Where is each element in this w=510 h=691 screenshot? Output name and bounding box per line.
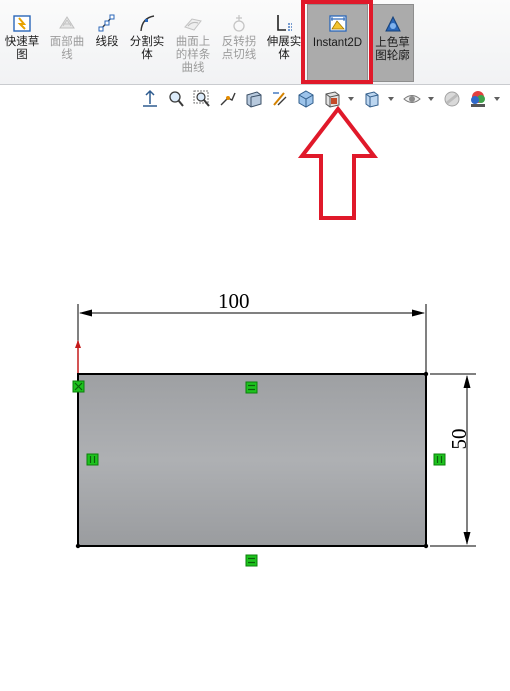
zoom-to-area-icon[interactable] <box>192 89 212 109</box>
hide-show-icon[interactable] <box>362 89 382 109</box>
section-view-icon[interactable] <box>244 89 264 109</box>
heads-up-view-toolbar <box>138 88 510 112</box>
appearance-dropdown-icon[interactable] <box>428 97 434 101</box>
split-entities-label: 分割实 体 <box>129 36 165 61</box>
face-curves-icon <box>59 16 75 29</box>
shaded-contours-button[interactable]: 上色草 图轮廓 <box>371 4 414 82</box>
coincident-relation-icon[interactable] <box>72 380 85 393</box>
segment-button[interactable]: 线段 <box>92 0 122 82</box>
shaded-contours-label: 上色草 图轮廓 <box>375 37 410 62</box>
view-cube-icon[interactable] <box>296 89 316 109</box>
segment-icon <box>98 14 115 32</box>
segment-label: 线段 <box>95 36 119 48</box>
horizontal-dimension[interactable] <box>77 304 427 372</box>
quick-sketch-label: 快速草 图 <box>4 36 40 61</box>
display-style-dropdown-icon[interactable] <box>348 97 354 101</box>
vertical-relation-icon[interactable] <box>433 453 446 466</box>
hide-show-dropdown-icon[interactable] <box>388 97 394 101</box>
scenes-icon[interactable] <box>468 89 488 109</box>
rectangle-corner-point[interactable] <box>423 371 429 377</box>
horizontal-relation-icon[interactable] <box>245 554 258 567</box>
spline-on-surface-label: 曲面上 的样条 曲线 <box>175 36 211 74</box>
inflection-icon <box>233 15 245 32</box>
annotation-arrow <box>297 105 379 220</box>
sketch-origin <box>75 340 95 375</box>
sketch-rectangle[interactable] <box>77 373 427 547</box>
shaded-contours-icon <box>384 15 401 32</box>
extend-entities-button[interactable]: 伸展实 体 <box>264 0 304 82</box>
previous-view-icon[interactable] <box>218 89 238 109</box>
dynamic-annotation-icon[interactable] <box>270 89 290 109</box>
quick-sketch-icon <box>13 15 31 32</box>
horizontal-relation-icon[interactable] <box>245 381 258 394</box>
view-orientation-icon[interactable] <box>140 89 160 109</box>
inflection-label: 反转拐 点切线 <box>221 36 257 61</box>
scenes-dropdown-icon[interactable] <box>494 97 500 101</box>
annotation-highlight-box <box>301 0 373 84</box>
horizontal-dimension-value[interactable]: 100 <box>218 289 250 314</box>
split-entities-icon <box>140 15 155 32</box>
vertical-dimension[interactable] <box>430 373 476 547</box>
apply-scene-icon[interactable] <box>442 89 462 109</box>
face-curves-label: 面部曲 线 <box>49 36 85 61</box>
face-curves-button[interactable]: 面部曲 线 <box>46 0 88 82</box>
vertical-dimension-value[interactable]: 50 <box>447 428 471 450</box>
quick-sketch-button[interactable]: 快速草 图 <box>2 0 42 82</box>
split-entities-button[interactable]: 分割实 体 <box>126 0 168 82</box>
spline-on-surface-button[interactable]: 曲面上 的样条 曲线 <box>172 0 214 82</box>
zoom-to-fit-icon[interactable] <box>166 89 186 109</box>
spline-on-surface-icon <box>184 18 202 31</box>
extend-entities-label: 伸展实 体 <box>266 36 302 61</box>
command-manager-ribbon: 快速草 图 面部曲 线 线段 分割实 体 曲面上 的样条 曲线 反转拐 点切线 … <box>0 0 510 85</box>
display-style-icon[interactable] <box>322 89 342 109</box>
inflection-button[interactable]: 反转拐 点切线 <box>218 0 260 82</box>
extend-entities-icon <box>277 15 292 31</box>
rectangle-corner-point[interactable] <box>423 543 429 549</box>
rectangle-corner-point[interactable] <box>75 543 81 549</box>
vertical-relation-icon[interactable] <box>86 453 99 466</box>
appearance-icon[interactable] <box>402 89 422 109</box>
